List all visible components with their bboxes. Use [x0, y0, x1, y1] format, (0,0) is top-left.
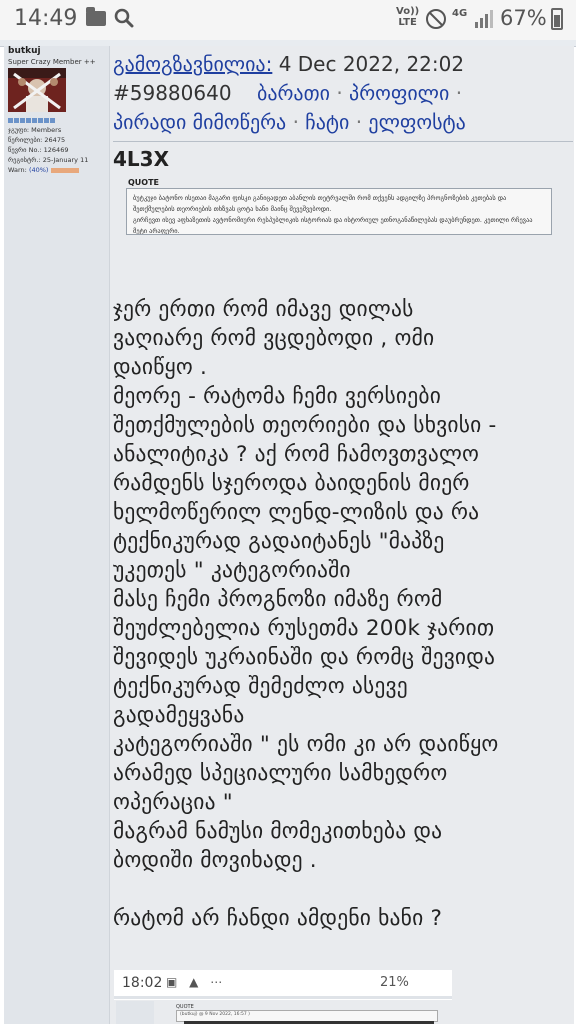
author-warn: Warn: (40%) [8, 166, 79, 174]
volte-icon: Vo)) LTE [396, 6, 420, 28]
search-icon [114, 8, 134, 28]
author-group: ჯგუფი: Members [8, 126, 62, 134]
action-chat-link[interactable]: ჩატი [305, 110, 349, 134]
action-card-link[interactable]: ბარათი [257, 81, 330, 105]
action-profile-link[interactable]: პროფილი [349, 81, 449, 105]
folder-icon [86, 7, 106, 26]
quoted-nick: 4L3X [113, 147, 169, 171]
battery-percent: 67% [500, 6, 547, 30]
post-body: ჯერ ერთი რომ იმავე დილას ვაღიარე რომ ვცდ… [113, 297, 499, 931]
header-divider [113, 141, 573, 142]
network-icon: 4G [452, 8, 468, 19]
status-bar: 14:49 Vo)) LTE 4G 67% [0, 0, 576, 40]
author-posts: წერილები: 26475 [8, 136, 66, 144]
battery-icon [551, 8, 563, 30]
post-header: გამოგზავნილია: 4 Dec 2022, 22:02 #598806… [113, 52, 466, 134]
warn-level-link[interactable]: (40%) [29, 166, 49, 174]
sent-link[interactable]: გამოგზავნილია: [113, 52, 272, 76]
author-rank: Super Crazy Member ++ [8, 58, 96, 66]
quote-box: ბუტკუჯი ბატონო ისეთაი მაგარი ფისკი განიც… [126, 188, 552, 235]
embedded-status-icons: ▣ ▲ ⋯ [166, 975, 227, 989]
quote-label: QUOTE [128, 178, 160, 187]
clock: 14:49 [14, 6, 78, 31]
forum-post: butkuj Super Crazy Member ++ ჯგუფი: Memb… [4, 46, 574, 1024]
author-name[interactable]: butkuj [8, 46, 41, 56]
post-date: 4 Dec 2022, 22:02 [278, 52, 465, 76]
embedded-battery: 21% [380, 975, 409, 990]
post-id[interactable]: #59880640 [113, 81, 232, 105]
embedded-screenshot[interactable]: 18:02 ▣ ▲ ⋯ 21% QUOTE (butkuj) @ 9 Nov 2… [114, 970, 452, 1024]
avatar[interactable] [8, 68, 66, 112]
action-private-message-link[interactable]: პირადი მიმოწერა [113, 110, 286, 134]
avatar-image [8, 68, 66, 112]
post-content: გამოგზავნილია: 4 Dec 2022, 22:02 #598806… [110, 46, 574, 1024]
author-panel: butkuj Super Crazy Member ++ ჯგუფი: Memb… [4, 46, 110, 1024]
warn-bar [50, 167, 79, 173]
signal-icon [475, 10, 493, 28]
embedded-clock: 18:02 [122, 975, 163, 991]
author-registered: რეგისტრ.: 25-January 11 [8, 156, 89, 164]
rank-pips [8, 118, 55, 123]
do-not-disturb-icon [426, 9, 446, 29]
action-email-link[interactable]: ელფოსტა [368, 110, 465, 134]
author-member-number: წევრი No.: 126469 [8, 146, 69, 154]
